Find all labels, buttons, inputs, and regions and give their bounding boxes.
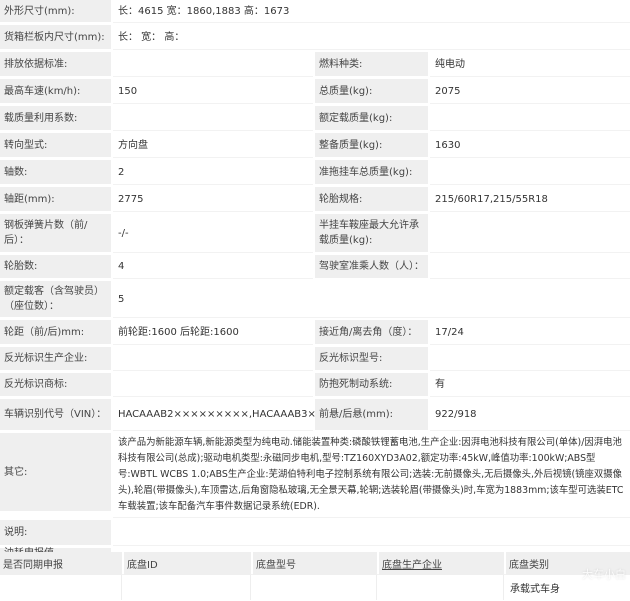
spec-label: 车辆识别代号（VIN）： bbox=[0, 399, 111, 430]
spec-label: 整备质量(kg): bbox=[315, 133, 428, 157]
spec-label: 轮胎数: bbox=[0, 255, 111, 278]
spec-label: 接近角/离去角（度）： bbox=[315, 320, 428, 344]
spec-label: 反光标识商标: bbox=[0, 373, 111, 396]
spec-value: 该产品为新能源车辆,新能源类型为纯电动.储能装置种类:磷酸铁锂蓄电池,生产企业:… bbox=[113, 433, 630, 518]
chassis-header-maker[interactable]: 底盘生产企业 bbox=[379, 552, 504, 575]
spec-label: 排放依据标准: bbox=[0, 52, 111, 76]
chassis-cell-maker bbox=[379, 575, 504, 600]
spec-value: 纯电动 bbox=[430, 52, 630, 77]
spec-value bbox=[430, 160, 630, 185]
watermark: 大车小白 bbox=[582, 566, 626, 582]
spec-label: 货箱栏板内尺寸(mm): bbox=[0, 25, 111, 49]
spec-value: 150 bbox=[113, 79, 313, 104]
spec-value bbox=[113, 52, 313, 77]
spec-label: 准拖挂车总质量(kg): bbox=[315, 160, 428, 184]
spec-value: 2075 bbox=[430, 79, 630, 104]
chassis-table: 是否同期申报 底盘ID 底盘型号 底盘生产企业 底盘类别 承载式车身 bbox=[0, 552, 630, 600]
spec-value bbox=[430, 347, 630, 371]
spec-label: 反光标识型号: bbox=[315, 347, 428, 370]
spec-label: 轮胎规格: bbox=[315, 187, 428, 211]
spec-value: 有 bbox=[430, 373, 630, 397]
spec-label: 额定载客（含驾驶员）（座位数）： bbox=[0, 281, 111, 317]
spec-value: 922/918 bbox=[430, 399, 630, 431]
spec-value: 1630 bbox=[430, 133, 630, 158]
chassis-cell-model bbox=[253, 575, 377, 600]
spec-value bbox=[430, 106, 630, 131]
spec-value: 4 bbox=[113, 255, 313, 279]
spec-value: HACAAAB2×××××××××,HACAAAB3××××××××× bbox=[113, 399, 313, 431]
spec-value: 5 bbox=[113, 281, 630, 318]
spec-value: 17/24 bbox=[430, 320, 630, 345]
spec-value: -/- bbox=[113, 214, 313, 253]
spec-label: 反光标识生产企业: bbox=[0, 347, 111, 370]
chassis-header-sync: 是否同期申报 bbox=[0, 552, 122, 575]
chassis-row: 承载式车身 bbox=[0, 575, 630, 600]
spec-value: 2775 bbox=[113, 187, 313, 212]
spec-label: 轴数: bbox=[0, 160, 111, 184]
spec-value: 215/60R17,215/55R18 bbox=[430, 187, 630, 212]
spec-label: 轴距(mm): bbox=[0, 187, 111, 211]
spec-value bbox=[113, 520, 630, 546]
spec-label: 额定载质量(kg): bbox=[315, 106, 428, 130]
chassis-header-id: 底盘ID bbox=[124, 552, 251, 575]
spec-value bbox=[113, 347, 313, 371]
spec-label: 半挂车鞍座最大允许承载质量(kg): bbox=[315, 214, 428, 252]
spec-label: 燃料种类: bbox=[315, 52, 428, 76]
spec-value bbox=[430, 214, 630, 253]
spec-label: 防抱死制动系统: bbox=[315, 373, 428, 396]
spec-value: 方向盘 bbox=[113, 133, 313, 158]
spec-value bbox=[113, 106, 313, 131]
spec-label: 转向型式: bbox=[0, 133, 111, 157]
chassis-header-row: 是否同期申报 底盘ID 底盘型号 底盘生产企业 底盘类别 bbox=[0, 552, 630, 575]
spec-label: 驾驶室准乘人数（人）： bbox=[315, 255, 428, 278]
spec-label: 前悬/后悬(mm): bbox=[315, 399, 428, 430]
spec-label: 总质量(kg): bbox=[315, 79, 428, 103]
spec-value bbox=[113, 373, 313, 397]
spec-label: 说明: bbox=[0, 520, 111, 545]
spec-label: 最高车速(km/h): bbox=[0, 79, 111, 103]
spec-label: 其它: bbox=[0, 433, 111, 511]
spec-label: 载质量利用系数: bbox=[0, 106, 111, 130]
spec-label: 轮距（前/后)mm: bbox=[0, 320, 111, 344]
spec-label: 外形尺寸(mm): bbox=[0, 0, 111, 22]
spec-value: 2 bbox=[113, 160, 313, 185]
spec-value: 前轮距:1600 后轮距:1600 bbox=[113, 320, 313, 345]
spec-value: 长： 宽： 高： bbox=[113, 25, 630, 50]
chassis-cell-sync bbox=[0, 575, 122, 600]
spec-value: 长：4615 宽：1860,1883 高：1673 bbox=[113, 0, 630, 23]
spec-value bbox=[430, 255, 630, 279]
spec-label: 钢板弹簧片数（前/后）： bbox=[0, 214, 111, 252]
vehicle-spec-table: 外形尺寸(mm):长：4615 宽：1860,1883 高：1673货箱栏板内尺… bbox=[0, 0, 630, 575]
chassis-header-model: 底盘型号 bbox=[253, 552, 377, 575]
chassis-cell-id bbox=[124, 575, 251, 600]
